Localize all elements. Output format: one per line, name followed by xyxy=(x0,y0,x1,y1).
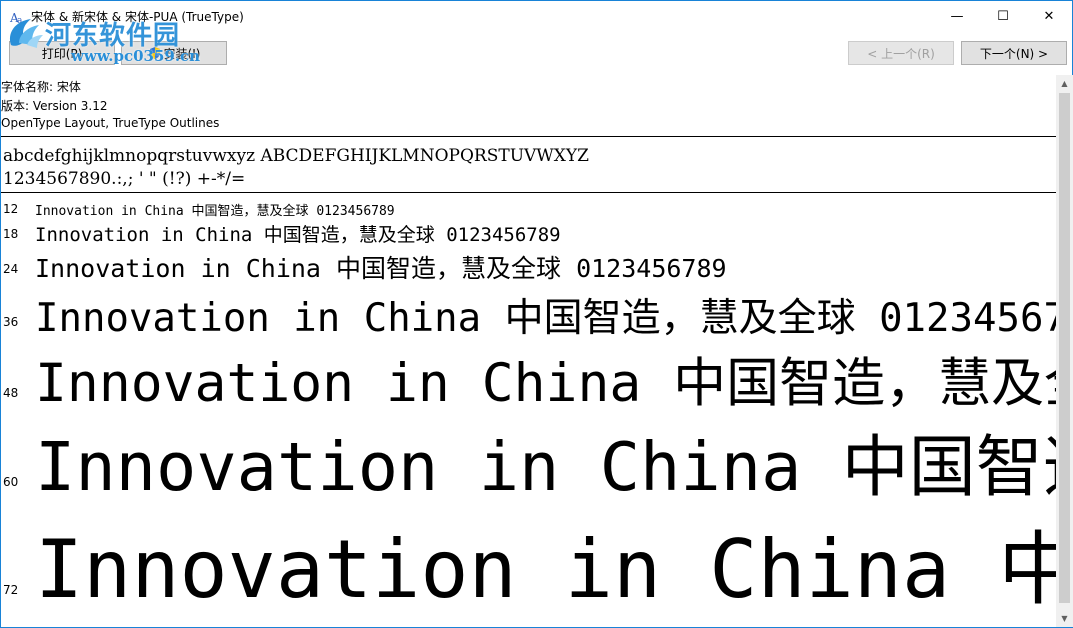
size-label: 48 xyxy=(3,386,19,400)
size-label: 36 xyxy=(3,315,19,329)
sample-text: Innovation in China 中国智造，慧及全球 0123456789 xyxy=(35,204,395,219)
sample-text: Innovation in China 中国智造，慧及全球 0123456789 xyxy=(35,523,1056,616)
next-font-button[interactable]: 下一个(N) > xyxy=(961,41,1067,65)
vertical-scrollbar[interactable]: ▲ ▼ xyxy=(1056,75,1073,627)
sample-row-12: 12 Innovation in China 中国智造，慧及全球 0123456… xyxy=(1,199,1056,221)
maximize-button[interactable]: ☐ xyxy=(980,1,1026,31)
sample-row-24: 24 Innovation in China 中国智造，慧及全球 0123456… xyxy=(1,249,1056,283)
watermark-logo-icon xyxy=(9,19,43,48)
scroll-down-icon[interactable]: ▼ xyxy=(1056,610,1073,627)
font-preview-area[interactable]: 字体名称: 宋体 版本: Version 3.12 OpenType Layou… xyxy=(1,75,1056,627)
maximize-icon: ☐ xyxy=(997,8,1009,24)
sample-text: Innovation in China 中国智造，慧及全球 0123456789 xyxy=(35,353,1056,414)
sample-row-72: 72 Innovation in China 中国智造，慧及全球 0123456… xyxy=(1,511,1056,616)
size-label: 12 xyxy=(3,202,19,216)
scroll-up-icon[interactable]: ▲ xyxy=(1056,75,1073,92)
size-label: 60 xyxy=(3,475,19,489)
size-label: 24 xyxy=(3,262,19,276)
sample-text: Innovation in China 中国智造，慧及全球 0123456789 xyxy=(35,254,727,283)
size-label: 72 xyxy=(3,583,19,597)
divider-bottom xyxy=(1,192,1056,193)
sample-text: Innovation in China 中国智造，慧及全球 0123456789 xyxy=(35,224,561,246)
watermark-url: www.pc0359.cn xyxy=(71,47,201,65)
previous-font-button-label: < 上一个(R) xyxy=(867,46,935,61)
font-name-line: 字体名称: 宋体 xyxy=(1,80,81,94)
minimize-icon: — xyxy=(950,8,964,24)
minimize-button[interactable]: — xyxy=(934,1,980,31)
close-button[interactable]: ✕ xyxy=(1026,1,1072,31)
previous-font-button[interactable]: < 上一个(R) xyxy=(848,41,954,65)
divider-top xyxy=(1,136,1056,137)
sample-row-48: 48 Innovation in China 中国智造，慧及全球 0123456… xyxy=(1,341,1056,414)
charset-digits: 1234567890.:,; ' " (!?) +-*/= xyxy=(3,169,246,189)
sample-row-18: 18 Innovation in China 中国智造，慧及全球 0123456… xyxy=(1,220,1056,246)
sample-text: Innovation in China 中国智造，慧及全球 0123456789 xyxy=(35,296,1056,341)
size-label: 18 xyxy=(3,227,19,241)
font-version-line: 版本: Version 3.12 xyxy=(1,99,108,113)
next-font-button-label: 下一个(N) > xyxy=(979,46,1049,61)
sample-row-36: 36 Innovation in China 中国智造，慧及全球 0123456… xyxy=(1,287,1056,341)
font-viewer-window: A a 宋体 & 新宋体 & 宋体-PUA (TrueType) — ☐ ✕ 打… xyxy=(0,0,1073,628)
close-icon: ✕ xyxy=(1043,8,1055,24)
charset-letters: abcdefghijklmnopqrstuvwxyz ABCDEFGHIJKLM… xyxy=(3,146,589,166)
sample-text: Innovation in China 中国智造，慧及全球 0123456789 xyxy=(35,428,1056,506)
sample-row-60: 60 Innovation in China 中国智造，慧及全球 0123456… xyxy=(1,417,1056,506)
scroll-thumb[interactable] xyxy=(1059,93,1070,603)
font-outline-line: OpenType Layout, TrueType Outlines xyxy=(1,116,220,130)
